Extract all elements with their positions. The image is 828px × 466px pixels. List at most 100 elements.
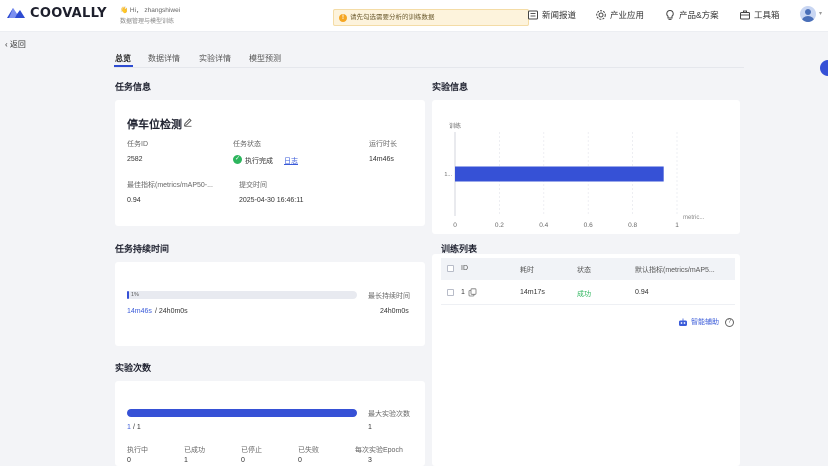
nav-news-label: 新闻报道 [542, 10, 577, 20]
duration-title: 任务持续时间 [115, 244, 170, 254]
back-label: 返回 [9, 40, 26, 49]
duration-used: 14m46s [127, 308, 152, 315]
experiment-count-card: 最大实验次数 1 / 1 1 执行中 0 已成功 1 已停止 0 已失败 0 每… [115, 381, 425, 466]
task-id-label: 任务ID [127, 141, 148, 148]
greeting: 👋 Hi， zhangshiwei [120, 4, 180, 14]
stat-failed-value: 0 [298, 457, 302, 464]
tab-data-details[interactable]: 数据详情 [148, 53, 180, 64]
chart-category-label: 1... [444, 172, 452, 178]
chart-x-axis-label: metric... [683, 215, 705, 221]
lightbulb-icon [666, 9, 674, 20]
col-duration[interactable]: 耗时 [520, 265, 534, 275]
chart-y-axis-label: 训练 [449, 122, 461, 130]
warning-toast: ! 请先勾选需要分析的训练数据 [333, 9, 529, 26]
max-experiments-value: 1 [368, 424, 372, 431]
help-icon[interactable]: ? [725, 317, 734, 327]
experiment-count-title: 实验次数 [115, 363, 152, 373]
stat-success-value: 1 [184, 457, 188, 464]
experiments-used: 1 [127, 424, 131, 431]
stat-stopped-value: 0 [241, 457, 245, 464]
toast-text: 请先勾选需要分析的训练数据 [350, 14, 435, 21]
copy-icon[interactable] [468, 288, 477, 297]
nav-products[interactable]: 产品&方案 [664, 8, 719, 22]
stat-failed-label: 已失败 [298, 447, 319, 454]
tab-experiment-details[interactable]: 实验详情 [199, 53, 231, 64]
duration-progress-fill [127, 291, 130, 299]
tab-divider [114, 67, 744, 68]
header-subtitle: 数据管理与模型训练 [120, 19, 175, 25]
max-duration-value: 24h0m0s [380, 308, 409, 315]
stat-epoch-label: 每次实验Epoch [355, 447, 403, 454]
edit-icon[interactable] [183, 117, 193, 127]
smart-assist-button[interactable]: 智能辅助 ? [678, 317, 734, 327]
back-button[interactable]: ‹ 返回 [5, 39, 26, 50]
news-icon [528, 10, 538, 20]
submit-time-value: 2025-04-30 16:46:11 [239, 197, 304, 204]
row-duration: 14m17s [520, 289, 545, 296]
col-status[interactable]: 状态 [577, 265, 591, 275]
best-metric-label: 最佳指标(metrics/mAP50-... [127, 182, 213, 189]
select-all-checkbox[interactable] [447, 265, 454, 272]
chart-x-tick-label: 0.2 [495, 222, 504, 229]
tab-overview[interactable]: 总览 [115, 53, 131, 64]
stat-stopped-label: 已停止 [241, 447, 262, 454]
submit-time-label: 提交时间 [239, 182, 267, 189]
experiment-info-title: 实验信息 [432, 82, 469, 92]
row-checkbox[interactable] [447, 289, 454, 296]
brand-name: COOVALLY [30, 6, 107, 21]
floating-side-button[interactable] [820, 60, 828, 76]
check-circle-icon: ✓ [233, 155, 242, 164]
task-status-value: 执行完成 [245, 158, 273, 165]
log-link[interactable]: 日志 [284, 156, 298, 166]
nav-toolbox-label: 工具箱 [754, 10, 780, 20]
best-metric-value: 0.94 [127, 197, 141, 204]
experiment-progress-fill [127, 409, 357, 417]
max-experiments-label: 最大实验次数 [368, 411, 410, 418]
robot-icon [679, 318, 687, 326]
col-id[interactable]: ID [461, 265, 468, 272]
duration-progress-bar: 1% [127, 291, 357, 299]
task-status-label: 任务状态 [233, 141, 261, 148]
stat-running-label: 执行中 [127, 447, 148, 454]
chart-x-tick-label: 0.6 [584, 222, 593, 229]
stat-success-label: 已成功 [184, 447, 205, 454]
chart-x-tick-label: 1 [675, 222, 679, 229]
duration-percent: 1% [131, 292, 139, 298]
max-duration-label: 最长持续时间 [368, 293, 410, 300]
toolbox-icon [740, 10, 750, 20]
task-name: 停车位检测 [127, 119, 182, 131]
row-status: 成功 [577, 291, 591, 298]
chart-x-tick-label: 0.4 [539, 222, 548, 229]
user-avatar[interactable] [800, 6, 816, 22]
warning-icon: ! [339, 14, 347, 22]
task-id-value: 2582 [127, 156, 143, 163]
chevron-down-icon[interactable]: ▾ [819, 10, 822, 17]
metric-bar-chart: 训练 0 0.2 0.4 0.6 0.8 1 1... metric... [444, 122, 705, 229]
nav-industry[interactable]: 产业应用 [595, 8, 644, 22]
top-header: COOVALLY 👋 Hi， zhangshiwei 数据管理与模型训练 ! 请… [0, 0, 828, 32]
duration-total: / 24h0m0s [155, 308, 188, 315]
experiments-total: / 1 [133, 424, 141, 431]
runtime-value: 14m46s [369, 156, 394, 163]
task-info-card: 停车位检测 任务ID 2582 任务状态 ✓ 执行完成 日志 运行时长 14m4… [115, 100, 425, 226]
nav-products-label: 产品&方案 [679, 10, 719, 20]
nav-news[interactable]: 新闻报道 [527, 8, 576, 22]
experiment-progress-bar [127, 409, 357, 417]
task-info-title: 任务信息 [115, 82, 152, 92]
smart-assist-label: 智能辅助 [691, 319, 719, 326]
runtime-label: 运行时长 [369, 141, 397, 148]
coovally-logo-icon [7, 8, 25, 18]
tab-model-prediction[interactable]: 模型预测 [249, 53, 281, 64]
wave-icon: 👋 [120, 7, 129, 14]
nav-toolbox[interactable]: 工具箱 [739, 8, 780, 22]
greeting-text: Hi， zhangshiwei [129, 7, 181, 14]
nav-industry-label: 产业应用 [610, 10, 645, 20]
chevron-left-icon: ‹ [5, 40, 8, 49]
gear-icon [596, 10, 606, 20]
chart-x-tick-label: 0.8 [628, 222, 637, 229]
stat-epoch-value: 3 [368, 457, 372, 464]
col-metric[interactable]: 默认指标(metrics/mAP5... [635, 265, 715, 275]
stat-running-value: 0 [127, 457, 131, 464]
chart-x-tick-label: 0 [453, 222, 457, 229]
experiment-info-card: 训练 0 0.2 0.4 0.6 0.8 1 1... metric... [432, 100, 740, 234]
